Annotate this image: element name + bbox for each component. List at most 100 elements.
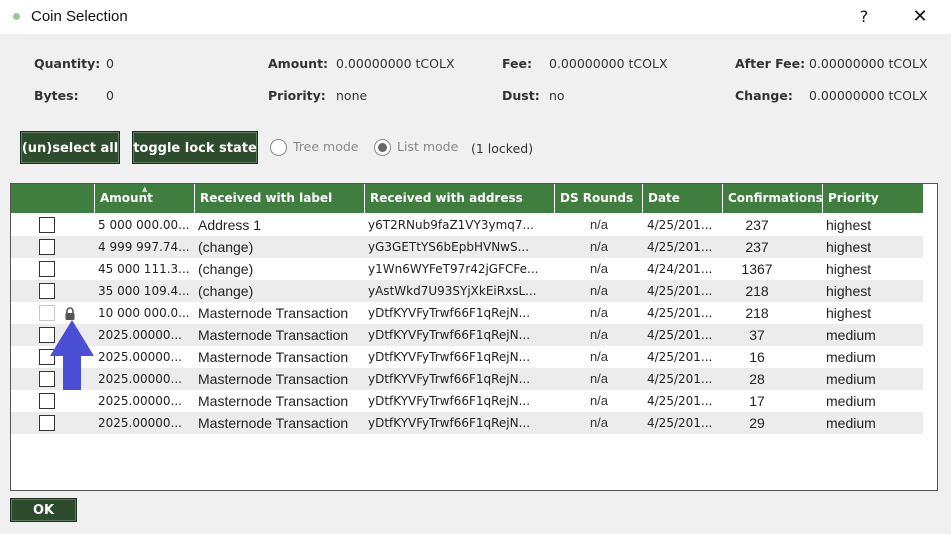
- row-checkbox[interactable]: [39, 261, 55, 277]
- fee-label: Fee:: [502, 56, 532, 71]
- cell-amount: 2025.00000...: [98, 350, 182, 364]
- tree-mode-radio[interactable]: Tree mode: [270, 139, 360, 157]
- cell-date: 4/25/201...: [647, 372, 713, 386]
- row-checkbox[interactable]: [39, 217, 55, 233]
- close-icon[interactable]: ✕: [898, 3, 942, 31]
- cell-label: Masternode Transaction: [198, 305, 349, 321]
- cell-label: (change): [198, 283, 254, 299]
- table-row[interactable]: 2025.00000... Masternode Transaction yDtfK…: [11, 368, 923, 390]
- table-row[interactable]: 5 000 000.00... Address 1 y6T2RNub9faZ1VY3…: [11, 214, 923, 236]
- cell-address: yDtfKYVFyTrwf66F1qRejN...: [368, 328, 531, 342]
- cell-ds-rounds: n/a: [589, 327, 609, 342]
- cell-ds-rounds: n/a: [589, 239, 609, 254]
- cell-date: 4/25/201...: [647, 240, 713, 254]
- dust-value: no: [549, 88, 565, 103]
- cell-amount: 2025.00000...: [98, 416, 182, 430]
- row-checkbox[interactable]: [39, 415, 55, 431]
- table-row[interactable]: 2025.00000... Masternode Transaction yDtfK…: [11, 324, 923, 346]
- cell-amount: 10 000 000.0...: [98, 306, 190, 320]
- cell-confirmations: 17: [749, 393, 765, 409]
- list-mode-radio-circle[interactable]: [374, 139, 391, 156]
- change-label: Change:: [735, 88, 793, 103]
- header-address[interactable]: Received with address: [365, 184, 555, 213]
- change-value: 0.00000000 tCOLX: [809, 88, 928, 103]
- cell-amount: 5 000 000.00...: [98, 218, 190, 232]
- cell-amount: 35 000 109.4...: [98, 284, 190, 298]
- cell-priority: medium: [826, 327, 876, 343]
- cell-label: Masternode Transaction: [198, 371, 349, 387]
- cell-ds-rounds: n/a: [589, 283, 609, 298]
- cell-address: yDtfKYVFyTrwf66F1qRejN...: [368, 306, 531, 320]
- row-checkbox: [39, 305, 55, 321]
- cell-ds-rounds: n/a: [589, 371, 609, 386]
- table-row[interactable]: 10 000 000.0... Masternode Transaction yDt…: [11, 302, 923, 324]
- window-title: Coin Selection: [31, 8, 128, 25]
- cell-confirmations: 16: [749, 349, 765, 365]
- table-row[interactable]: 2025.00000... Masternode Transaction yDtfK…: [11, 412, 923, 434]
- priority-label: Priority:: [268, 88, 326, 103]
- cell-confirmations: 29: [749, 415, 765, 431]
- header-date[interactable]: Date: [643, 184, 723, 213]
- cell-priority: highest: [826, 239, 872, 255]
- row-checkbox[interactable]: [39, 393, 55, 409]
- row-checkbox[interactable]: [39, 283, 55, 299]
- header-ds-rounds[interactable]: DS Rounds: [555, 184, 643, 213]
- cell-date: 4/25/201...: [647, 218, 713, 232]
- ok-button[interactable]: OK: [10, 498, 77, 522]
- row-checkbox[interactable]: [39, 239, 55, 255]
- dust-label: Dust:: [502, 88, 540, 103]
- tree-mode-radio-circle[interactable]: [270, 139, 287, 156]
- cell-label: (change): [198, 239, 254, 255]
- after-fee-label: After Fee:: [735, 56, 806, 71]
- coins-table: Amount ▲ Received with label Received wi…: [10, 183, 938, 491]
- cell-priority: highest: [826, 217, 872, 233]
- priority-value: none: [336, 88, 368, 103]
- table-row[interactable]: 2025.00000... Masternode Transaction yDtfK…: [11, 390, 923, 412]
- header-label[interactable]: Received with label: [195, 184, 365, 213]
- cell-priority: highest: [826, 305, 872, 321]
- sort-indicator-icon: ▲: [142, 185, 148, 193]
- cell-label: Masternode Transaction: [198, 415, 349, 431]
- select-all-button[interactable]: (un)select all: [20, 131, 120, 164]
- cell-address: yG3GETtYS6bEpbHVNwS...: [368, 240, 530, 254]
- bytes-value: 0: [106, 88, 114, 103]
- table-row[interactable]: 45 000 111.3... (change) y1Wn6WYFeT97r42jG…: [11, 258, 923, 280]
- header-checkbox-col[interactable]: [11, 184, 95, 213]
- cell-address: yDtfKYVFyTrwf66F1qRejN...: [368, 416, 531, 430]
- help-button[interactable]: ?: [842, 3, 886, 31]
- app-icon: [13, 13, 20, 20]
- up-arrow-icon: [50, 320, 94, 390]
- cell-date: 4/25/201...: [647, 416, 713, 430]
- cell-priority: medium: [826, 393, 876, 409]
- header-confirmations[interactable]: Confirmations: [723, 184, 823, 213]
- tree-mode-label: Tree mode: [293, 139, 359, 154]
- cell-label: Masternode Transaction: [198, 349, 349, 365]
- cell-date: 4/25/201...: [647, 284, 713, 298]
- cell-address: yAstWkd7U93SYjXkEiRxsL...: [368, 284, 537, 298]
- toggle-lock-button[interactable]: toggle lock state: [132, 131, 258, 164]
- table-row[interactable]: 35 000 109.4... (change) yAstWkd7U93SYjXkE…: [11, 280, 923, 302]
- list-mode-label: List mode: [397, 139, 459, 154]
- cell-confirmations: 237: [745, 217, 769, 233]
- cell-confirmations: 37: [749, 327, 765, 343]
- header-priority[interactable]: Priority: [823, 184, 923, 213]
- amount-value: 0.00000000 tCOLX: [336, 56, 455, 71]
- cell-priority: highest: [826, 261, 872, 277]
- cell-date: 4/25/201...: [647, 350, 713, 364]
- cell-ds-rounds: n/a: [589, 217, 609, 232]
- table-row[interactable]: 4 999 997.74... (change) yG3GETtYS6bEpbHVN…: [11, 236, 923, 258]
- after-fee-value: 0.00000000 tCOLX: [809, 56, 928, 71]
- locked-count: (1 locked): [471, 141, 534, 156]
- cell-amount: 45 000 111.3...: [98, 262, 190, 276]
- cell-confirmations: 28: [749, 371, 765, 387]
- cell-address: y1Wn6WYFeT97r42jGFCFe...: [368, 262, 539, 276]
- cell-address: yDtfKYVFyTrwf66F1qRejN...: [368, 394, 531, 408]
- table-header: Amount ▲ Received with label Received wi…: [11, 184, 923, 213]
- table-row[interactable]: 2025.00000... Masternode Transaction yDtfK…: [11, 346, 923, 368]
- list-mode-radio[interactable]: List mode: [374, 139, 464, 157]
- cell-address: yDtfKYVFyTrwf66F1qRejN...: [368, 350, 531, 364]
- quantity-label: Quantity:: [34, 56, 101, 71]
- cell-date: 4/25/201...: [647, 328, 713, 342]
- cell-date: 4/25/201...: [647, 306, 713, 320]
- cell-confirmations: 218: [745, 283, 769, 299]
